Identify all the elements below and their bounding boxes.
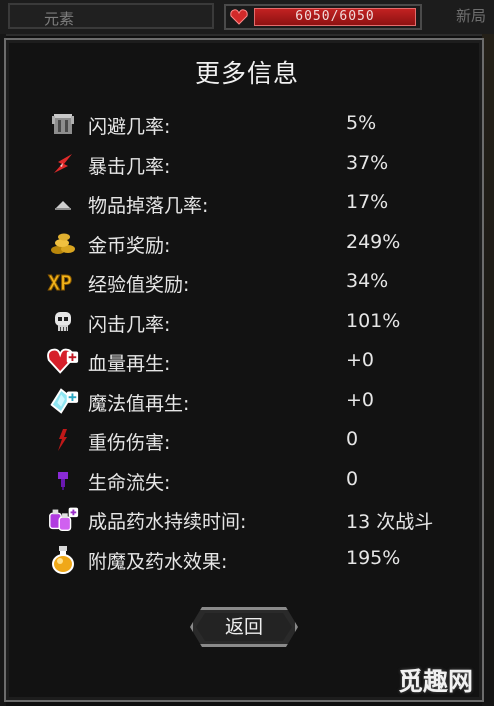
crystal-plus-icon (46, 385, 80, 417)
stat-row-mp-regen: 魔法值再生: +0 (0, 383, 494, 419)
gold-coins-icon (46, 227, 80, 259)
stat-value: 37% (346, 152, 389, 174)
stat-row-life-drain: 生命流失: 0 (0, 462, 494, 498)
stat-label: 金币奖励: (88, 235, 171, 257)
heart-icon (230, 9, 248, 25)
top-bar: 元素 6050/6050 新局 (0, 0, 494, 36)
skull-icon (46, 306, 80, 338)
potion-bottle-icon (46, 543, 80, 575)
stat-value: 34% (346, 270, 389, 292)
stat-row-gold: 金币奖励: 249% (0, 225, 494, 261)
stat-row-grievous: 重伤伤害: 0 (0, 422, 494, 458)
stat-label: 经验值奖励: (88, 274, 190, 296)
crit-spark-icon (46, 148, 80, 180)
back-button-label: 返回 (224, 616, 263, 638)
stat-label: 魔法值再生: (88, 393, 190, 415)
stat-label: 重伤伤害: (88, 432, 171, 454)
stat-value: 13 次战斗 (346, 511, 434, 533)
stat-value: +0 (346, 349, 375, 371)
drop-pile-icon (46, 187, 80, 219)
hp-bar: 6050/6050 (254, 8, 416, 26)
stat-row-crit: 暴击几率: 37% (0, 146, 494, 182)
stat-row-hp-regen: 血量再生: +0 (0, 343, 494, 379)
stat-value: 17% (346, 191, 389, 213)
watermark-text: 觅趣网 (398, 667, 474, 696)
blood-drop-icon (46, 424, 80, 456)
stat-row-flash: 闪击几率: 101% (0, 304, 494, 340)
stat-value: 5% (346, 112, 377, 134)
stat-value: 0 (346, 428, 359, 450)
stat-value: 0 (346, 468, 359, 490)
stat-label: 暴击几率: (88, 156, 171, 178)
stat-label: 闪击几率: (88, 314, 171, 336)
new-game-tab[interactable]: 新局 (456, 5, 486, 26)
stat-value: 195% (346, 547, 401, 569)
stat-value: 101% (346, 310, 401, 332)
stat-row-enchant-effect: 附魔及药水效果: 195% (0, 541, 494, 577)
elements-tab[interactable]: 元素 (8, 3, 214, 29)
potions-icon (46, 503, 80, 535)
stat-label: 血量再生: (88, 353, 171, 375)
stat-value: +0 (346, 389, 375, 411)
heart-plus-icon (46, 345, 80, 377)
xp-icon: XP (46, 266, 80, 298)
stat-row-potion-duration: 成品药水持续时间: 13 次战斗 (0, 501, 494, 537)
hp-text: 6050/6050 (295, 9, 375, 24)
stat-row-xp: XP 经验值奖励: 34% (0, 264, 494, 300)
stat-value: 249% (346, 231, 401, 253)
stat-label: 生命流失: (88, 472, 171, 494)
watermark: 觅趣网 (398, 658, 490, 702)
armor-icon (46, 108, 80, 140)
stat-label: 物品掉落几率: (88, 195, 209, 217)
stat-label: 附魔及药水效果: (88, 551, 228, 573)
svg-text:XP: XP (48, 271, 72, 294)
stat-row-drop: 物品掉落几率: 17% (0, 185, 494, 221)
stat-row-dodge: 闪避几率: 5% (0, 106, 494, 142)
stat-label: 闪避几率: (88, 116, 171, 138)
dialog-title: 更多信息 (194, 59, 299, 88)
elements-tab-label: 元素 (44, 10, 75, 28)
back-button[interactable]: 返回 (190, 607, 298, 647)
hp-display: 6050/6050 (224, 4, 422, 30)
purple-drip-icon (46, 464, 80, 496)
stat-label: 成品药水持续时间: (88, 511, 247, 533)
